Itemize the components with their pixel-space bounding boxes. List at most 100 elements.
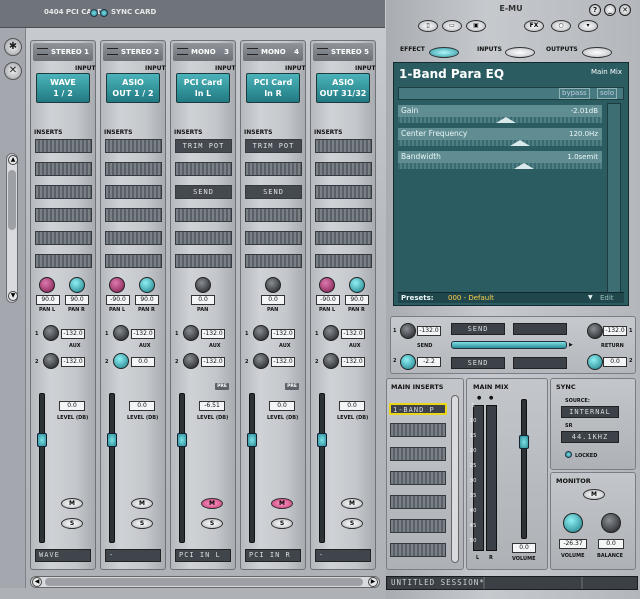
main-insert-3[interactable] xyxy=(390,447,446,461)
close-window-button[interactable]: ✕ xyxy=(619,4,631,16)
level-fader-track[interactable] xyxy=(39,393,45,543)
monitor-mute-button[interactable]: M xyxy=(583,489,605,500)
aux2-knob[interactable] xyxy=(183,353,199,369)
level-fader-track[interactable] xyxy=(109,393,115,543)
main-insert-7[interactable] xyxy=(390,543,446,557)
horizontal-scrollbar[interactable]: ◀ ▶ xyxy=(30,576,380,588)
aux1-knob[interactable] xyxy=(183,325,199,341)
help-button[interactable]: ? xyxy=(589,4,601,16)
insert-slot[interactable] xyxy=(315,139,372,153)
insert-slot[interactable] xyxy=(315,254,372,268)
insert-slot[interactable] xyxy=(175,162,232,176)
bypass-button[interactable]: bypass xyxy=(559,88,590,99)
solo-button[interactable]: solo xyxy=(597,88,618,99)
aux1-knob[interactable] xyxy=(323,325,339,341)
scroll-up-icon[interactable]: ▲ xyxy=(8,155,18,165)
send-slot-4[interactable] xyxy=(513,357,567,369)
aux1-knob[interactable] xyxy=(253,325,269,341)
pan-left-knob[interactable] xyxy=(109,277,125,293)
solo-button[interactable]: S xyxy=(341,518,363,529)
tab-outputs[interactable] xyxy=(582,47,612,58)
insert-slot[interactable] xyxy=(175,231,232,245)
main-insert-4[interactable] xyxy=(390,471,446,485)
aux1-knob[interactable] xyxy=(43,325,59,341)
settings-icon[interactable]: ▾ xyxy=(578,20,598,32)
preset-select[interactable]: 000 - Default xyxy=(448,293,588,303)
insert-slot[interactable] xyxy=(245,208,302,222)
tab-inputs[interactable] xyxy=(505,47,535,58)
aux1-knob[interactable] xyxy=(113,325,129,341)
minimize-button[interactable]: _ xyxy=(604,4,616,16)
input-select[interactable]: ASIO OUT 31/32 xyxy=(316,73,370,103)
level-fader[interactable] xyxy=(37,433,47,447)
input-select[interactable]: PCI Card In R xyxy=(246,73,300,103)
mute-button[interactable]: M xyxy=(61,498,83,509)
effect-param-2[interactable]: Center Frequency 120.0Hz xyxy=(398,128,602,150)
level-fader[interactable] xyxy=(317,433,327,447)
mute-button[interactable]: M xyxy=(271,498,293,509)
insert-slot[interactable] xyxy=(245,162,302,176)
fx-button[interactable]: FX xyxy=(524,20,544,32)
insert-slot[interactable]: SEND xyxy=(175,185,232,199)
aux2-knob[interactable] xyxy=(113,353,129,369)
strip-name[interactable]: - xyxy=(315,549,371,562)
send-slot-1[interactable]: SEND xyxy=(451,323,505,335)
pan-right-knob[interactable] xyxy=(69,277,85,293)
insert-slot[interactable] xyxy=(105,162,162,176)
open-folder-icon[interactable]: ▭ xyxy=(442,20,462,32)
param-slider-handle[interactable] xyxy=(510,140,531,146)
insert-slot[interactable] xyxy=(175,254,232,268)
insert-slot[interactable] xyxy=(105,208,162,222)
insert-slot[interactable]: SEND xyxy=(245,185,302,199)
monitor-output-icon[interactable]: ○ xyxy=(551,20,571,32)
inserts-scrollbar[interactable] xyxy=(451,395,459,563)
monitor-volume-knob[interactable] xyxy=(563,513,583,533)
pre-button[interactable]: PRE xyxy=(285,383,299,390)
main-insert-1[interactable]: 1-BAND P xyxy=(389,403,447,415)
insert-slot[interactable] xyxy=(315,162,372,176)
sync-source[interactable]: INTERNAL xyxy=(561,406,619,418)
vertical-scrollbar[interactable]: ▲ ▼ xyxy=(6,153,18,303)
pan-knob[interactable] xyxy=(195,277,211,293)
insert-slot[interactable] xyxy=(105,254,162,268)
input-select[interactable]: ASIO OUT 1 / 2 xyxy=(106,73,160,103)
insert-slot[interactable] xyxy=(105,185,162,199)
insert-slot[interactable] xyxy=(315,231,372,245)
aux2-knob[interactable] xyxy=(43,353,59,369)
param-slider-handle[interactable] xyxy=(514,163,535,169)
solo-button[interactable]: S xyxy=(131,518,153,529)
asterisk-button[interactable]: ✱ xyxy=(4,38,22,56)
save-icon[interactable]: ▣ xyxy=(466,20,486,32)
send-slot-3[interactable]: SEND xyxy=(451,357,505,369)
pan-left-knob[interactable] xyxy=(319,277,335,293)
solo-button[interactable]: S xyxy=(61,518,83,529)
insert-slot[interactable] xyxy=(245,254,302,268)
level-fader[interactable] xyxy=(177,433,187,447)
return2-knob[interactable] xyxy=(587,354,603,370)
insert-slot[interactable]: TRIM POT xyxy=(245,139,302,153)
insert-slot[interactable] xyxy=(245,231,302,245)
send-level-bar[interactable] xyxy=(451,341,567,349)
insert-slot[interactable] xyxy=(175,208,232,222)
param-slider[interactable] xyxy=(398,163,602,169)
scroll-thumb[interactable] xyxy=(8,170,16,230)
pre-button[interactable]: PRE xyxy=(215,383,229,390)
close-x-button[interactable]: ✕ xyxy=(4,62,22,80)
pan-left-knob[interactable] xyxy=(39,277,55,293)
send-aux1-knob[interactable] xyxy=(400,323,416,339)
pan-right-knob[interactable] xyxy=(349,277,365,293)
aux2-knob[interactable] xyxy=(253,353,269,369)
insert-slot[interactable] xyxy=(35,139,92,153)
mute-button[interactable]: M xyxy=(201,498,223,509)
insert-slot[interactable] xyxy=(35,254,92,268)
solo-button[interactable]: S xyxy=(201,518,223,529)
scroll-right-icon[interactable]: ▶ xyxy=(368,577,378,587)
send-slot-2[interactable] xyxy=(513,323,567,335)
param-slider-handle[interactable] xyxy=(496,117,517,123)
pan-knob[interactable] xyxy=(265,277,281,293)
send-aux2-knob[interactable] xyxy=(400,354,416,370)
insert-slot[interactable]: TRIM POT xyxy=(175,139,232,153)
insert-slot[interactable] xyxy=(315,208,372,222)
input-select[interactable]: WAVE 1 / 2 xyxy=(36,73,90,103)
main-volume-track[interactable] xyxy=(521,399,527,539)
